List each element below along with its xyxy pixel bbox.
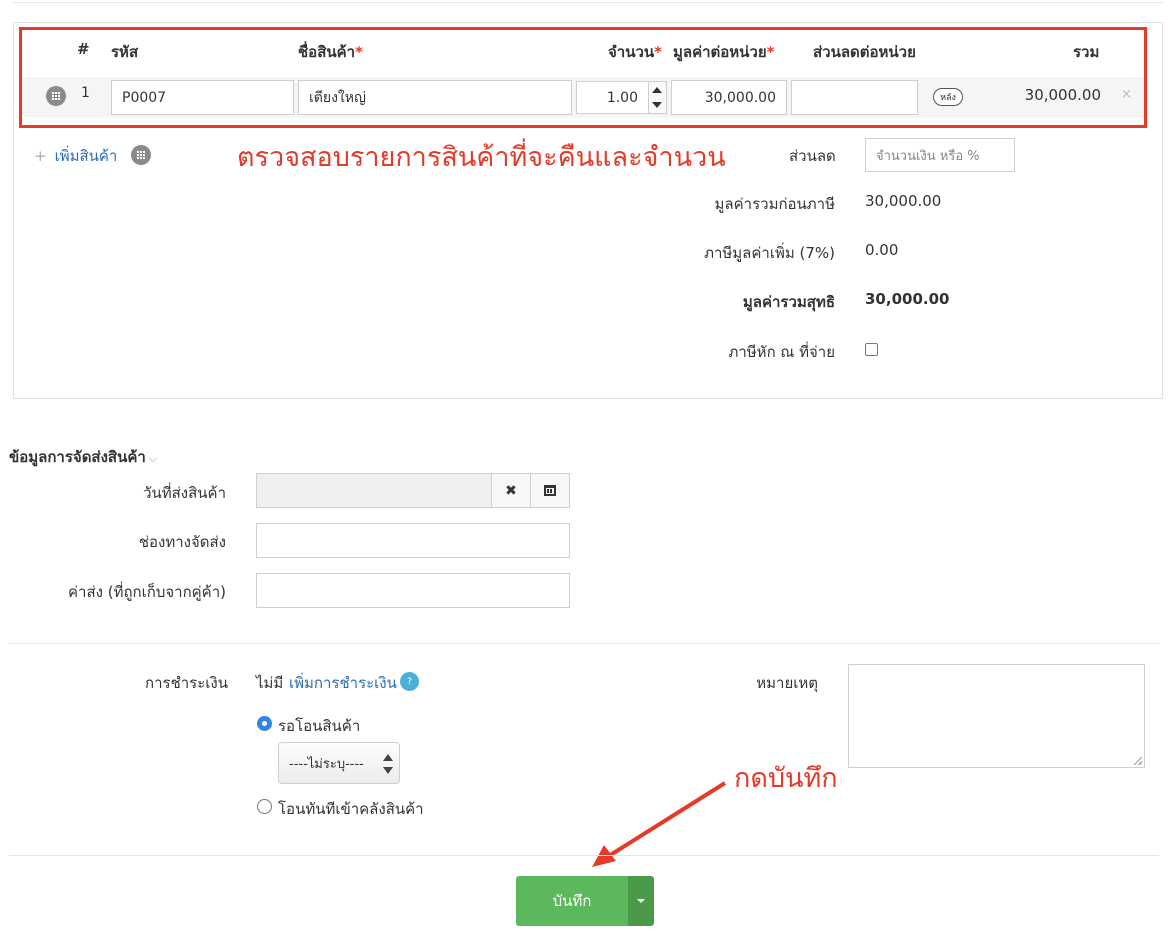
- withholding-tax-label: ภาษีหัก ณ ที่จ่าย: [728, 343, 835, 361]
- net-total-label: มูลค่ารวมสุทธิ: [742, 293, 835, 311]
- plus-icon: +: [34, 147, 47, 165]
- subtotal-label: มูลค่ารวมก่อนภาษี: [714, 195, 835, 213]
- notes-label: หมายเหตุ: [756, 674, 818, 692]
- radio-wait-transfer-label: รอโอนสินค้า: [278, 717, 361, 735]
- shipping-channel-input[interactable]: [256, 523, 570, 558]
- payment-label: การชำระเงิน: [145, 674, 228, 692]
- select-value: ----ไม่ระบุ----: [289, 756, 364, 772]
- subtotal-value: 30,000.00: [865, 192, 942, 210]
- select-arrows-icon: [383, 754, 393, 774]
- save-options-caret-icon[interactable]: [628, 876, 654, 926]
- add-item-link[interactable]: + เพิ่มสินค้า: [34, 144, 117, 168]
- ship-date-picker: ✖: [256, 473, 570, 508]
- discount-label: ส่วนลด: [789, 147, 836, 165]
- annotation-arrow-icon: [592, 781, 727, 867]
- shipping-fee-input[interactable]: [256, 573, 570, 608]
- section-divider: [9, 643, 1159, 644]
- add-payment-link[interactable]: เพิ่มการชำระเงิน: [289, 671, 397, 695]
- items-highlight-box: [19, 27, 1147, 128]
- shipping-section-title[interactable]: ข้อมูลการจัดส่งสินค้า ⌵: [9, 445, 157, 469]
- save-button-group: บันทึก: [516, 876, 654, 926]
- add-item-grid-icon[interactable]: [131, 145, 151, 165]
- ship-date-input[interactable]: [257, 474, 491, 507]
- vat-value: 0.00: [865, 241, 899, 259]
- shipping-channel-label: ช่องทางจัดส่ง: [138, 533, 226, 551]
- shipping-fee-label: ค่าส่ง (ที่ถูกเก็บจากคู่ค้า): [68, 583, 226, 601]
- save-button[interactable]: บันทึก: [516, 876, 628, 926]
- discount-total-input[interactable]: จำนวนเงิน หรือ %: [865, 138, 1015, 172]
- radio-immediate-transfer-label: โอนทันทีเข้าคลังสินค้า: [278, 800, 424, 818]
- resize-handle-icon[interactable]: [1134, 757, 1142, 765]
- annotation-press-save: กดบันทึก: [734, 763, 838, 794]
- vat-label: ภาษีมูลค่าเพิ่ม (7%): [704, 244, 835, 262]
- footer-divider: [9, 855, 1159, 856]
- net-total-value: 30,000.00: [865, 290, 950, 308]
- top-divider: [13, 2, 1163, 3]
- radio-wait-transfer[interactable]: [257, 716, 272, 731]
- ship-date-label: วันที่ส่งสินค้า: [143, 484, 226, 502]
- calendar-icon[interactable]: [530, 474, 569, 507]
- clear-date-icon[interactable]: ✖: [491, 474, 530, 507]
- withholding-tax-checkbox[interactable]: [865, 343, 878, 356]
- notes-textarea[interactable]: [848, 664, 1145, 768]
- chevron-down-icon: ⌵: [148, 452, 158, 465]
- annotation-check-items: ตรวจสอบรายการสินค้าที่จะคืนและจำนวน: [237, 142, 726, 173]
- payment-none-text: ไม่มี: [256, 674, 284, 692]
- radio-immediate-transfer[interactable]: [257, 799, 272, 814]
- warehouse-select[interactable]: ----ไม่ระบุ----: [278, 742, 400, 784]
- help-icon[interactable]: ?: [400, 672, 419, 691]
